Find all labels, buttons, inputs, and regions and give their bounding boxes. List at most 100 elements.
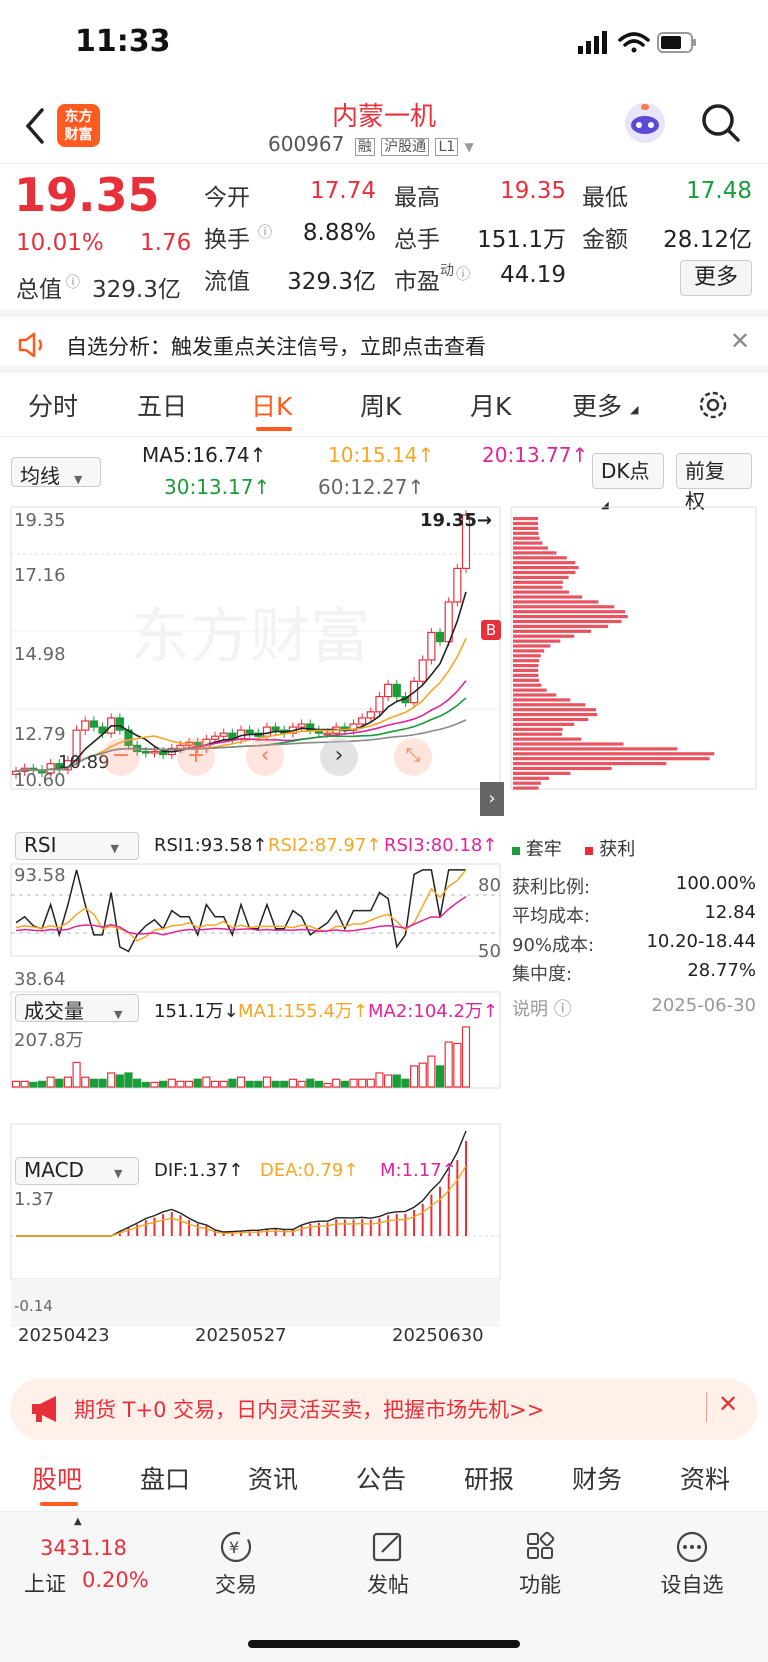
tab-more[interactable]: 更多 (572, 387, 622, 423)
chip-bar (513, 673, 539, 677)
chip-bar (513, 570, 576, 575)
volume-bar (11, 1080, 21, 1088)
chip-bar (513, 654, 541, 658)
search-icon[interactable] (700, 102, 742, 144)
macd-top-label: 1.37 (14, 1189, 55, 1210)
chip-stat-value: 10.20-18.44 (646, 931, 756, 952)
turnover-info-icon[interactable]: ⓘ (258, 222, 272, 242)
chip-bar (513, 526, 539, 530)
tab-research[interactable]: 研报 (464, 1460, 514, 1496)
kline-chart[interactable]: 东方财富 (0, 437, 768, 1365)
collapse-chip-button[interactable]: › (480, 782, 504, 816)
scroll-right-button[interactable]: › (320, 738, 358, 776)
tab-announcements[interactable]: 公告 (356, 1460, 406, 1496)
tab-finance[interactable]: 财务 (572, 1460, 622, 1496)
dock-post[interactable]: 发帖 (338, 1530, 438, 1599)
volume-bar (193, 1078, 202, 1088)
promo-text: 期货 T+0 交易，日内灵活买卖，把握市场先机>> (74, 1398, 545, 1422)
chip-bar (513, 703, 586, 707)
promo-divider (706, 1392, 707, 1422)
chip-bar (513, 698, 571, 702)
analysis-notice[interactable]: 自选分析：触发重点关注信号，立即点击查看 ✕ (0, 309, 768, 373)
notice-close-icon[interactable]: ✕ (730, 327, 750, 355)
more-button[interactable]: 更多 (680, 260, 752, 296)
candle (210, 735, 220, 740)
volume-bar (332, 1078, 341, 1088)
current-price: 19.35 (14, 168, 160, 222)
date-axis-bg (11, 1279, 500, 1327)
volume-bar (150, 1081, 159, 1088)
chip-stat-label: 平均成本: (512, 906, 591, 927)
chip-bar (513, 600, 599, 604)
float-value: 329.3亿 (287, 269, 376, 295)
chip-bar (513, 615, 628, 619)
chip-stat-label: 集中度: (512, 964, 573, 985)
info-icon[interactable]: ⓘ (66, 272, 80, 292)
dock-trade[interactable]: ¥ 交易 (186, 1530, 286, 1599)
chip-bar (513, 590, 570, 594)
bottom-dock: ▲ 3431.18 上证 0.20% ¥ 交易 发帖 功能 设自选 (0, 1512, 768, 1662)
macd-select[interactable]: MACD ▼ (15, 1157, 139, 1185)
rsi-frame (10, 863, 501, 957)
status-icons (578, 31, 696, 54)
y-label: 17.16 (14, 565, 66, 586)
chip-bar (513, 595, 583, 599)
chip-note-label[interactable]: 说明 ⓘ (512, 995, 572, 1021)
dock-function[interactable]: 功能 (490, 1530, 590, 1599)
tab-five-day[interactable]: 五日 (137, 387, 187, 423)
chip-bar (513, 762, 667, 766)
rsi-select[interactable]: RSI ▼ (15, 832, 139, 860)
tab-forum[interactable]: 股吧 (32, 1460, 82, 1496)
badge-level: L1 (435, 138, 459, 156)
volume-select[interactable]: 成交量 ▼ (15, 994, 139, 1023)
chip-bar (513, 732, 563, 736)
low-label: 最低 (582, 185, 628, 211)
candle (89, 720, 98, 728)
chip-bar (513, 566, 579, 570)
chip-bar (513, 639, 561, 643)
volume-bar (314, 1080, 323, 1088)
dock-add-watchlist[interactable]: 设自选 (642, 1530, 742, 1599)
tab-monthly-k[interactable]: 月K (470, 387, 511, 423)
m-label: M:1.17↑ (380, 1160, 457, 1181)
tab-weekly-k[interactable]: 周K (360, 387, 401, 423)
volume-bar (167, 1078, 176, 1088)
volume-bar (453, 1042, 462, 1088)
chip-bar (513, 678, 540, 682)
robot-assistant-icon[interactable] (622, 100, 668, 146)
volume-label: 总手 (394, 227, 440, 253)
settings-gear-icon[interactable] (697, 389, 729, 421)
chip-bar (513, 688, 547, 692)
chip-bar (513, 634, 575, 638)
tab-intraday[interactable]: 分时 (28, 387, 78, 423)
volume-bar (444, 1041, 453, 1088)
tab-daily-k[interactable]: 日K (251, 387, 292, 423)
zoom-in-icon[interactable]: + (177, 738, 215, 776)
tab-quote-detail[interactable]: 盘口 (140, 1460, 190, 1496)
index-value[interactable]: 3431.18 (40, 1536, 127, 1560)
buy-marker[interactable]: B (481, 620, 501, 640)
volume-bar (306, 1078, 315, 1088)
volume-bar (461, 1026, 471, 1088)
dropdown-icon[interactable]: ▼ (465, 140, 474, 154)
pe-info-icon[interactable]: ⓘ (456, 264, 470, 284)
chip-bar (513, 727, 563, 731)
chip-bar (513, 605, 615, 609)
scroll-left-button[interactable]: ‹ (246, 738, 284, 776)
tab-news[interactable]: 资讯 (248, 1460, 298, 1496)
futures-promo-banner[interactable]: 期货 T+0 交易，日内灵活买卖，把握市场先机>> ✕ (10, 1378, 758, 1440)
rsi-select-label: RSI (24, 833, 57, 857)
volume-bar (271, 1080, 280, 1088)
index-name: 上证 (24, 1572, 66, 1596)
zoom-out-icon[interactable]: − (102, 738, 140, 776)
volume-bar (107, 1072, 116, 1088)
chip-bar (513, 717, 589, 722)
promo-close-icon[interactable]: ✕ (718, 1390, 738, 1418)
volume-bar (98, 1078, 107, 1088)
volume-bar (202, 1076, 211, 1088)
expand-icon[interactable]: ⤡ (394, 738, 432, 776)
tab-profile[interactable]: 资料 (680, 1460, 730, 1496)
high-mark: 19.35→ (420, 510, 493, 531)
candle (245, 729, 254, 734)
status-bar: 11:33 (0, 0, 768, 92)
